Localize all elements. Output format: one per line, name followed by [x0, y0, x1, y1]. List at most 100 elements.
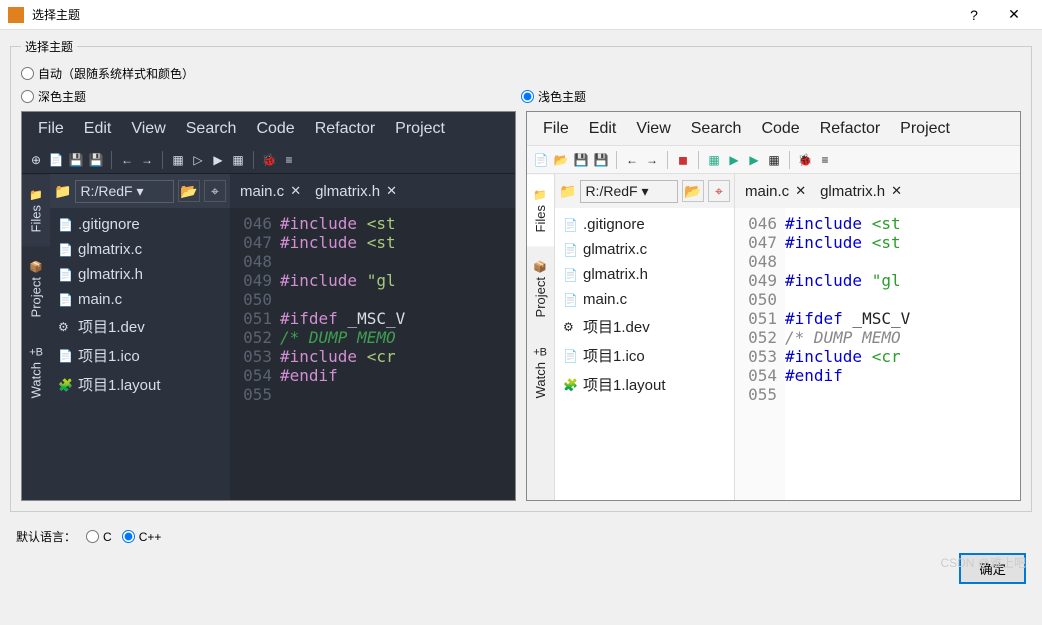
build-run-icon[interactable]: ▶	[746, 152, 762, 168]
file-panel: 📁 R:/RedF ▾ 📂 ⌖ 📄.gitignore📄glmatrix.c📄g…	[50, 174, 230, 500]
side-tab-project[interactable]: Project📦	[22, 246, 50, 331]
file-icon: 📄	[58, 349, 72, 363]
list-icon[interactable]: ≡	[817, 152, 833, 168]
open-icon[interactable]: 📄	[48, 152, 64, 168]
side-tab-watch[interactable]: Watch+B	[527, 332, 554, 412]
menu-file[interactable]: File	[533, 120, 579, 138]
path-field[interactable]: R:/RedF ▾	[75, 180, 174, 203]
menu-refactor[interactable]: Refactor	[305, 120, 385, 138]
theme-option-light[interactable]: 浅色主题	[521, 88, 1021, 105]
file-icon: 📄	[58, 293, 72, 307]
path-field[interactable]: R:/RedF ▾	[580, 180, 678, 203]
save-all-icon[interactable]: 💾	[593, 152, 609, 168]
file-item[interactable]: ⚙项目1.dev	[56, 312, 224, 341]
file-item[interactable]: 📄glmatrix.h	[561, 262, 728, 287]
file-icon: 📄	[563, 268, 577, 282]
file-item[interactable]: 📄main.c	[561, 287, 728, 312]
locate-icon[interactable]: ⌖	[204, 180, 226, 202]
file-item[interactable]: 🧩 项目1.layout	[561, 370, 728, 399]
radio-lang-cpp[interactable]	[122, 530, 135, 543]
close-button[interactable]: ✕	[994, 6, 1034, 23]
run-icon[interactable]: ▷	[190, 152, 206, 168]
close-tab-icon[interactable]: ✕	[891, 183, 902, 199]
side-tab-project[interactable]: Project📦	[527, 246, 554, 331]
new-file-icon[interactable]: ⊕	[28, 152, 44, 168]
file-item[interactable]: 📄glmatrix.c	[561, 237, 728, 262]
gutter: 046047048049050051052053054055	[230, 208, 280, 500]
radio-dark-label: 深色主题	[38, 88, 86, 105]
menu-edit[interactable]: Edit	[579, 120, 627, 138]
menu-search[interactable]: Search	[681, 120, 752, 138]
file-item[interactable]: 📄项目1.ico	[561, 341, 728, 370]
save-icon[interactable]: 💾	[573, 152, 589, 168]
radio-light[interactable]	[521, 90, 534, 103]
build-run-icon[interactable]: ▶	[210, 152, 226, 168]
editor-tab[interactable]: main.c✕	[745, 183, 806, 200]
file-item[interactable]: 📄.gitignore	[56, 212, 224, 237]
editor-tab[interactable]: glmatrix.h✕	[820, 183, 902, 200]
help-button[interactable]: ?	[954, 7, 994, 23]
debug-icon[interactable]: 🐞	[797, 152, 813, 168]
locate-icon[interactable]: ⌖	[708, 180, 730, 202]
radio-dark[interactable]	[21, 90, 34, 103]
file-name: 项目1.dev	[583, 316, 650, 337]
file-item[interactable]: ⚙项目1.dev	[561, 312, 728, 341]
lang-c-option[interactable]: C	[86, 530, 112, 544]
debug-icon[interactable]: 🐞	[261, 152, 277, 168]
editor-tab[interactable]: main.c ✕	[240, 183, 301, 200]
stop-icon[interactable]: ◼	[675, 152, 691, 168]
file-icon: 🧩	[563, 378, 577, 392]
file-item[interactable]: 📄 项目1.ico	[56, 341, 224, 370]
file-name: glmatrix.c	[583, 241, 647, 258]
back-icon[interactable]: ←	[119, 152, 135, 168]
menu-view[interactable]: View	[626, 120, 680, 138]
radio-auto[interactable]	[21, 67, 34, 80]
editor-tab[interactable]: glmatrix.h✕	[315, 183, 397, 200]
file-item[interactable]: 📄glmatrix.c	[56, 237, 224, 262]
grid-icon[interactable]: ▦	[170, 152, 186, 168]
list-icon[interactable]: ≡	[281, 152, 297, 168]
menu-search[interactable]: Search	[176, 120, 247, 138]
run-icon[interactable]: ▶	[726, 152, 742, 168]
theme-option-dark[interactable]: 深色主题	[21, 88, 86, 105]
file-name: 项目1.layout	[583, 374, 666, 395]
side-tab-watch[interactable]: Watch+B	[22, 332, 50, 412]
menu-code[interactable]: Code	[246, 120, 304, 138]
radio-lang-c[interactable]	[86, 530, 99, 543]
forward-icon[interactable]: →	[644, 152, 660, 168]
open-folder-icon[interactable]: 📂	[178, 180, 200, 202]
save-icon[interactable]: 💾	[68, 152, 84, 168]
menu-file[interactable]: File	[28, 120, 74, 138]
tab-label: main.c	[240, 183, 284, 200]
menu-project[interactable]: Project	[385, 120, 455, 138]
file-icon: 📄	[563, 293, 577, 307]
file-item[interactable]: 📄glmatrix.h	[56, 262, 224, 287]
rebuild-icon[interactable]: ▦	[230, 152, 246, 168]
file-name: 项目1.ico	[78, 345, 140, 366]
rebuild-icon[interactable]: ▦	[766, 152, 782, 168]
save-all-icon[interactable]: 💾	[88, 152, 104, 168]
new-file-icon[interactable]: 📄	[533, 152, 549, 168]
menu-code[interactable]: Code	[751, 120, 809, 138]
menu-project[interactable]: Project	[890, 120, 960, 138]
lang-cpp-option[interactable]: C++	[122, 530, 162, 544]
forward-icon[interactable]: →	[139, 152, 155, 168]
grid-icon[interactable]: ▦	[706, 152, 722, 168]
file-item[interactable]: 🧩项目1.layout	[56, 370, 224, 399]
open-folder-icon[interactable]: 📂	[682, 180, 704, 202]
menu-view[interactable]: View	[121, 120, 175, 138]
side-tab-files[interactable]: Files📁	[22, 174, 50, 246]
bottom-row: 默认语言： C C++	[0, 520, 1042, 553]
side-tab-files[interactable]: Files📁	[527, 174, 554, 246]
back-icon[interactable]: ←	[624, 152, 640, 168]
theme-option-auto[interactable]: 自动（跟随系统样式和颜色）	[21, 65, 194, 82]
file-item[interactable]: 📄main.c	[56, 287, 224, 312]
close-tab-icon[interactable]: ✕	[795, 183, 806, 199]
close-tab-icon[interactable]: ✕	[290, 183, 301, 199]
close-tab-icon[interactable]: ✕	[386, 183, 397, 199]
open-icon[interactable]: 📂	[553, 152, 569, 168]
menu-refactor[interactable]: Refactor	[810, 120, 890, 138]
file-item[interactable]: 📄.gitignore	[561, 212, 728, 237]
file-icon: 📄	[563, 218, 577, 232]
menu-edit[interactable]: Edit	[74, 120, 122, 138]
